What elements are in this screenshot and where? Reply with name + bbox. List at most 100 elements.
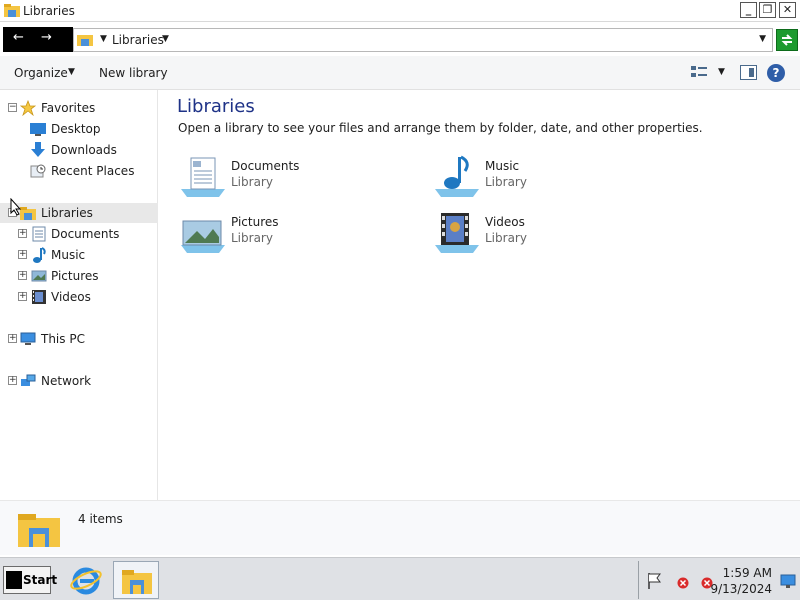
- details-pane: 4 items: [0, 500, 800, 555]
- network-status-icon[interactable]: [780, 574, 796, 593]
- library-name: Pictures: [231, 215, 279, 229]
- sidebar-item-label: Desktop: [51, 122, 101, 136]
- taskbar: Start 1:59 AM 9/13/2024: [0, 557, 800, 600]
- library-tile-pictures[interactable]: Pictures Library: [179, 211, 399, 255]
- action-center-flag-icon[interactable]: [647, 572, 663, 593]
- expand-icon[interactable]: +: [18, 229, 27, 238]
- network-icon: [20, 373, 36, 389]
- sidebar-item-label: This PC: [41, 332, 85, 346]
- address-bar[interactable]: ▼ Libraries ▼ ▼: [73, 28, 773, 52]
- views-chevron-down-icon[interactable]: ▼: [718, 67, 725, 77]
- item-count: 4 items: [78, 512, 123, 526]
- videos-library-icon: [433, 211, 481, 255]
- sidebar-item-videos[interactable]: + Videos: [0, 287, 158, 307]
- library-type: Library: [485, 231, 527, 245]
- library-tile-videos[interactable]: Videos Library: [433, 211, 653, 255]
- sidebar-item-this-pc[interactable]: + This PC: [0, 329, 158, 349]
- sidebar-item-label: Recent Places: [51, 164, 135, 178]
- expand-icon[interactable]: +: [18, 292, 27, 301]
- page-title: Libraries: [177, 96, 255, 117]
- sidebar-item-desktop[interactable]: Desktop: [0, 119, 158, 139]
- sidebar-item-label: Music: [51, 248, 86, 262]
- sidebar-item-label: Libraries: [41, 206, 93, 220]
- sidebar-item-pictures[interactable]: + Pictures: [0, 266, 158, 286]
- library-tile-music[interactable]: Music Library: [433, 155, 653, 199]
- pictures-library-icon: [179, 211, 227, 255]
- internet-explorer-icon[interactable]: [70, 564, 102, 599]
- command-bar: Organize ▼ New library ▼ ?: [0, 56, 800, 90]
- address-history-dropdown-icon[interactable]: ▼: [759, 34, 766, 44]
- address-row: ← → ▼ Libraries ▼ ▼: [0, 22, 800, 56]
- library-name: Music: [485, 159, 520, 173]
- sidebar-item-label: Videos: [51, 290, 91, 304]
- help-icon[interactable]: ?: [767, 64, 785, 82]
- start-label: Start: [23, 573, 58, 587]
- music-library-icon: [433, 155, 481, 199]
- clock-time[interactable]: 1:59 AM: [723, 566, 772, 580]
- window-title: Libraries: [23, 4, 75, 18]
- navigation-pane: − Favorites Desktop Downloads Recent Pla…: [0, 90, 158, 500]
- sidebar-item-network[interactable]: + Network: [0, 371, 158, 391]
- libraries-icon: [20, 205, 36, 221]
- sidebar-item-documents[interactable]: + Documents: [0, 224, 158, 244]
- expand-icon[interactable]: +: [8, 334, 17, 343]
- expand-icon[interactable]: +: [18, 271, 27, 280]
- libraries-folder-icon: [4, 4, 20, 21]
- breadcrumb-root-chevron-icon[interactable]: ▼: [100, 34, 107, 44]
- sidebar-item-music[interactable]: + Music: [0, 245, 158, 265]
- expand-icon[interactable]: +: [18, 250, 27, 259]
- minimize-button[interactable]: _: [740, 2, 757, 18]
- refresh-button[interactable]: [776, 29, 798, 51]
- organize-button[interactable]: Organize: [14, 66, 68, 80]
- library-name: Documents: [231, 159, 300, 173]
- file-explorer-icon: [122, 570, 152, 594]
- error-status-icon[interactable]: [677, 577, 689, 592]
- videos-icon: [31, 289, 47, 305]
- documents-icon: [31, 226, 47, 242]
- library-type: Library: [231, 175, 273, 189]
- collapse-icon[interactable]: −: [8, 103, 17, 112]
- breadcrumb-chevron-icon[interactable]: ▼: [162, 34, 169, 44]
- new-library-button[interactable]: New library: [99, 66, 168, 80]
- content-area: Libraries Open a library to see your fil…: [159, 90, 800, 500]
- clock-date[interactable]: 9/13/2024: [710, 582, 772, 596]
- organize-chevron-down-icon[interactable]: ▼: [68, 67, 75, 77]
- documents-library-icon: [179, 155, 227, 199]
- system-tray: 1:59 AM 9/13/2024: [638, 561, 800, 599]
- breadcrumb-libraries[interactable]: Libraries: [112, 33, 164, 47]
- computer-icon: [20, 331, 36, 347]
- sidebar-item-label: Network: [41, 374, 92, 388]
- sidebar-item-recent-places[interactable]: Recent Places: [0, 161, 158, 181]
- back-button[interactable]: ←: [13, 30, 24, 45]
- file-explorer-taskbar-button[interactable]: [113, 561, 159, 599]
- sidebar-item-libraries[interactable]: − Libraries: [0, 203, 158, 223]
- sidebar-item-label: Documents: [51, 227, 120, 241]
- sidebar-item-downloads[interactable]: Downloads: [0, 140, 158, 160]
- library-type: Library: [231, 231, 273, 245]
- mouse-cursor-icon: [10, 197, 22, 219]
- library-type: Library: [485, 175, 527, 189]
- start-button[interactable]: Start: [3, 566, 57, 594]
- title-bar: Libraries _ ❐ ✕: [0, 0, 800, 22]
- forward-button[interactable]: →: [41, 30, 52, 45]
- downloads-icon: [30, 142, 46, 158]
- navigation-buttons: ← →: [3, 27, 73, 52]
- close-button[interactable]: ✕: [779, 2, 796, 18]
- sidebar-item-favorites[interactable]: − Favorites: [0, 98, 158, 118]
- library-tile-documents[interactable]: Documents Library: [179, 155, 399, 199]
- expand-icon[interactable]: +: [8, 376, 17, 385]
- library-name: Videos: [485, 215, 525, 229]
- desktop-icon: [30, 121, 46, 137]
- libraries-large-icon: [18, 510, 60, 551]
- star-icon: [19, 99, 37, 117]
- maximize-button[interactable]: ❐: [759, 2, 776, 18]
- libraries-location-icon: [77, 33, 93, 50]
- change-view-icon[interactable]: [690, 65, 708, 83]
- start-logo-icon: [6, 571, 22, 589]
- sidebar-item-label: Pictures: [51, 269, 99, 283]
- music-note-icon: [31, 247, 47, 263]
- recent-places-icon: [30, 163, 46, 179]
- pictures-icon: [31, 268, 47, 284]
- refresh-icon: [781, 34, 793, 46]
- preview-pane-icon[interactable]: [740, 65, 757, 80]
